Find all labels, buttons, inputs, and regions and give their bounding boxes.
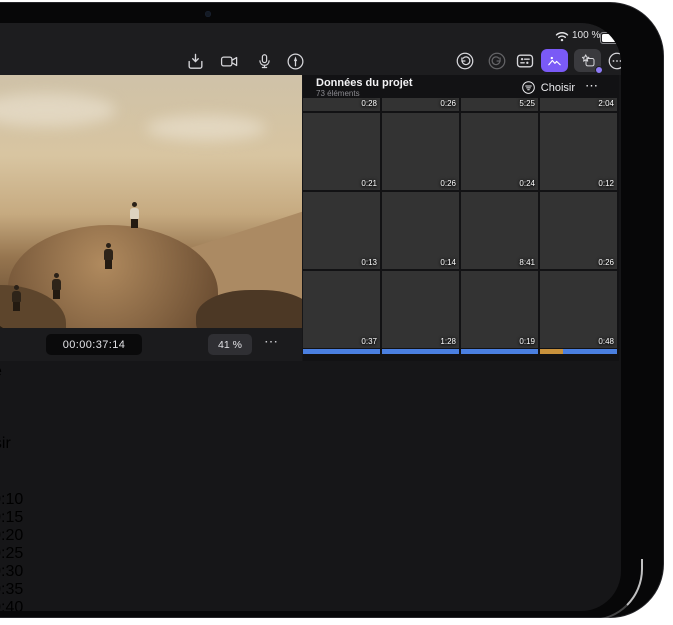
person-silhouette: [12, 285, 21, 311]
media-thumbnail[interactable]: 0:13: [303, 192, 380, 269]
usage-bar: [303, 349, 380, 354]
camera-icon[interactable]: [217, 49, 241, 73]
thumbnail-duration: 0:12: [598, 179, 614, 188]
media-browser-panel: Données du projet 73 éléments Choisir ⋯ …: [303, 75, 619, 361]
thumbnail-duration: 0:37: [361, 337, 377, 346]
ruler-label: 00:00:10: [0, 491, 621, 509]
media-thumbnail[interactable]: 0:26: [382, 113, 459, 190]
more-options-button[interactable]: [605, 49, 621, 73]
snapping-icon[interactable]: [0, 399, 621, 417]
thumbnail-duration: 0:24: [519, 179, 535, 188]
ruler-label: 00:00:30: [0, 563, 621, 581]
media-grid-row: 0:21 0:26 0:24 0:12: [303, 113, 617, 190]
thumbnail-duration: 0:48: [598, 337, 614, 346]
browser-item-count: 73 éléments: [316, 89, 360, 98]
media-thumbnail[interactable]: 0:37: [303, 271, 380, 348]
person-silhouette: [104, 243, 113, 269]
media-thumbnail[interactable]: 0:21: [303, 113, 380, 190]
cloud-shape: [0, 93, 116, 127]
thumbnail-duration: 2:04: [598, 99, 614, 108]
tab-bord[interactable]: Bord: [0, 381, 621, 399]
person-silhouette: [130, 202, 139, 228]
thumbnail-duration: 0:21: [361, 179, 377, 188]
ruler-label: 00:00:15: [0, 509, 621, 527]
media-thumbnail[interactable]: 0:26: [540, 192, 617, 269]
ruler-label: 00:00:40: [0, 599, 621, 611]
media-thumbnail[interactable]: 0:24: [461, 113, 538, 190]
thumbnail-duration: 0:26: [598, 258, 614, 267]
viewer-more-button[interactable]: ⋯: [264, 333, 279, 350]
media-thumbnail[interactable]: 0:26: [382, 98, 459, 111]
timeline-overview-icon[interactable]: [0, 417, 621, 435]
thumbnail-duration: 0:26: [440, 179, 456, 188]
timeline-choose-button[interactable]: Choisir: [0, 435, 621, 453]
media-thumbnail[interactable]: 2:04: [540, 98, 617, 111]
media-browser-button[interactable]: [541, 49, 568, 72]
thumbnail-duration: 0:26: [440, 99, 456, 108]
app-screen: 100 %: [0, 23, 621, 611]
usage-bar: [461, 349, 538, 354]
thumbnail-duration: 5:25: [519, 99, 535, 108]
battery-percent: 100 %: [572, 30, 600, 41]
microphone-icon[interactable]: [252, 49, 276, 73]
ruler-label: 00:00:20: [0, 527, 621, 545]
media-thumbnail[interactable]: 0:48: [540, 271, 617, 348]
effects-button[interactable]: [574, 49, 601, 72]
media-thumbnail[interactable]: 0:19: [461, 271, 538, 348]
filter-icon: [521, 80, 536, 95]
media-thumbnail[interactable]: 0:14: [382, 192, 459, 269]
ruler-label: 00:00:25: [0, 545, 621, 563]
browser-choose-label: Choisir: [541, 82, 575, 94]
thumbnail-duration: 0:28: [361, 99, 377, 108]
browser-title: Données du projet: [316, 77, 413, 89]
usage-bar: [540, 349, 617, 354]
import-button[interactable]: [183, 49, 207, 73]
thumbnail-duration: 0:14: [440, 258, 456, 267]
marketing-page: 100 %: [0, 0, 673, 625]
effects-badge-dot: [595, 66, 603, 74]
timecode-display[interactable]: 00:00:37:14: [46, 334, 142, 355]
browser-header: Données du projet 73 éléments Choisir ⋯: [303, 75, 619, 98]
timeline-ruler[interactable]: 0500:00:1000:00:1500:00:2000:00:2500:00:…: [0, 473, 621, 611]
battery-icon: [600, 32, 621, 44]
ruler-label: 05: [0, 473, 621, 491]
pencil-tool-icon[interactable]: [283, 49, 307, 73]
ruler-label: 00:00:35: [0, 581, 621, 599]
viewer-controls: 00:00:37:14 41 % ⋯: [0, 328, 302, 361]
media-thumbnail[interactable]: 5:25: [461, 98, 538, 111]
media-thumbnail[interactable]: 0:28: [303, 98, 380, 111]
ipad-device-frame: 100 %: [0, 2, 664, 618]
cloud-shape: [146, 115, 266, 141]
thumbnail-duration: 1:28: [440, 337, 456, 346]
thumbnail-duration: 8:41: [519, 258, 535, 267]
thumbnail-duration: 0:13: [361, 258, 377, 267]
browser-choose-button[interactable]: Choisir: [521, 80, 575, 95]
browser-more-button[interactable]: ⋯: [585, 78, 599, 94]
media-grid-row: 0:37 1:28 0:19 0:48: [303, 271, 617, 348]
viewer-zoom-level[interactable]: 41 %: [208, 334, 252, 355]
viewer-panel: 00:00:37:14 41 % ⋯: [0, 75, 302, 361]
front-camera: [205, 11, 211, 17]
person-silhouette: [52, 273, 61, 299]
media-grid-row: 0:28 0:26 5:25 2:04: [303, 98, 617, 111]
thumbnail-duration: 0:19: [519, 337, 535, 346]
viewer-preview-image[interactable]: [0, 75, 302, 328]
undo-button[interactable]: [453, 49, 477, 73]
redo-button[interactable]: [485, 49, 509, 73]
tab-plage[interactable]: Plage: [0, 363, 621, 381]
usage-bar: [382, 349, 459, 354]
inspector-button[interactable]: [513, 49, 537, 73]
media-thumbnail[interactable]: 8:41: [461, 192, 538, 269]
usage-bar-row: [303, 349, 617, 354]
wifi-icon: [555, 31, 569, 42]
media-thumbnail[interactable]: 0:12: [540, 113, 617, 190]
media-thumbnail[interactable]: 1:28: [382, 271, 459, 348]
media-grid-row: 0:13 0:14 8:41 0:26: [303, 192, 617, 269]
timeline-more-button[interactable]: ⋯: [0, 453, 621, 473]
